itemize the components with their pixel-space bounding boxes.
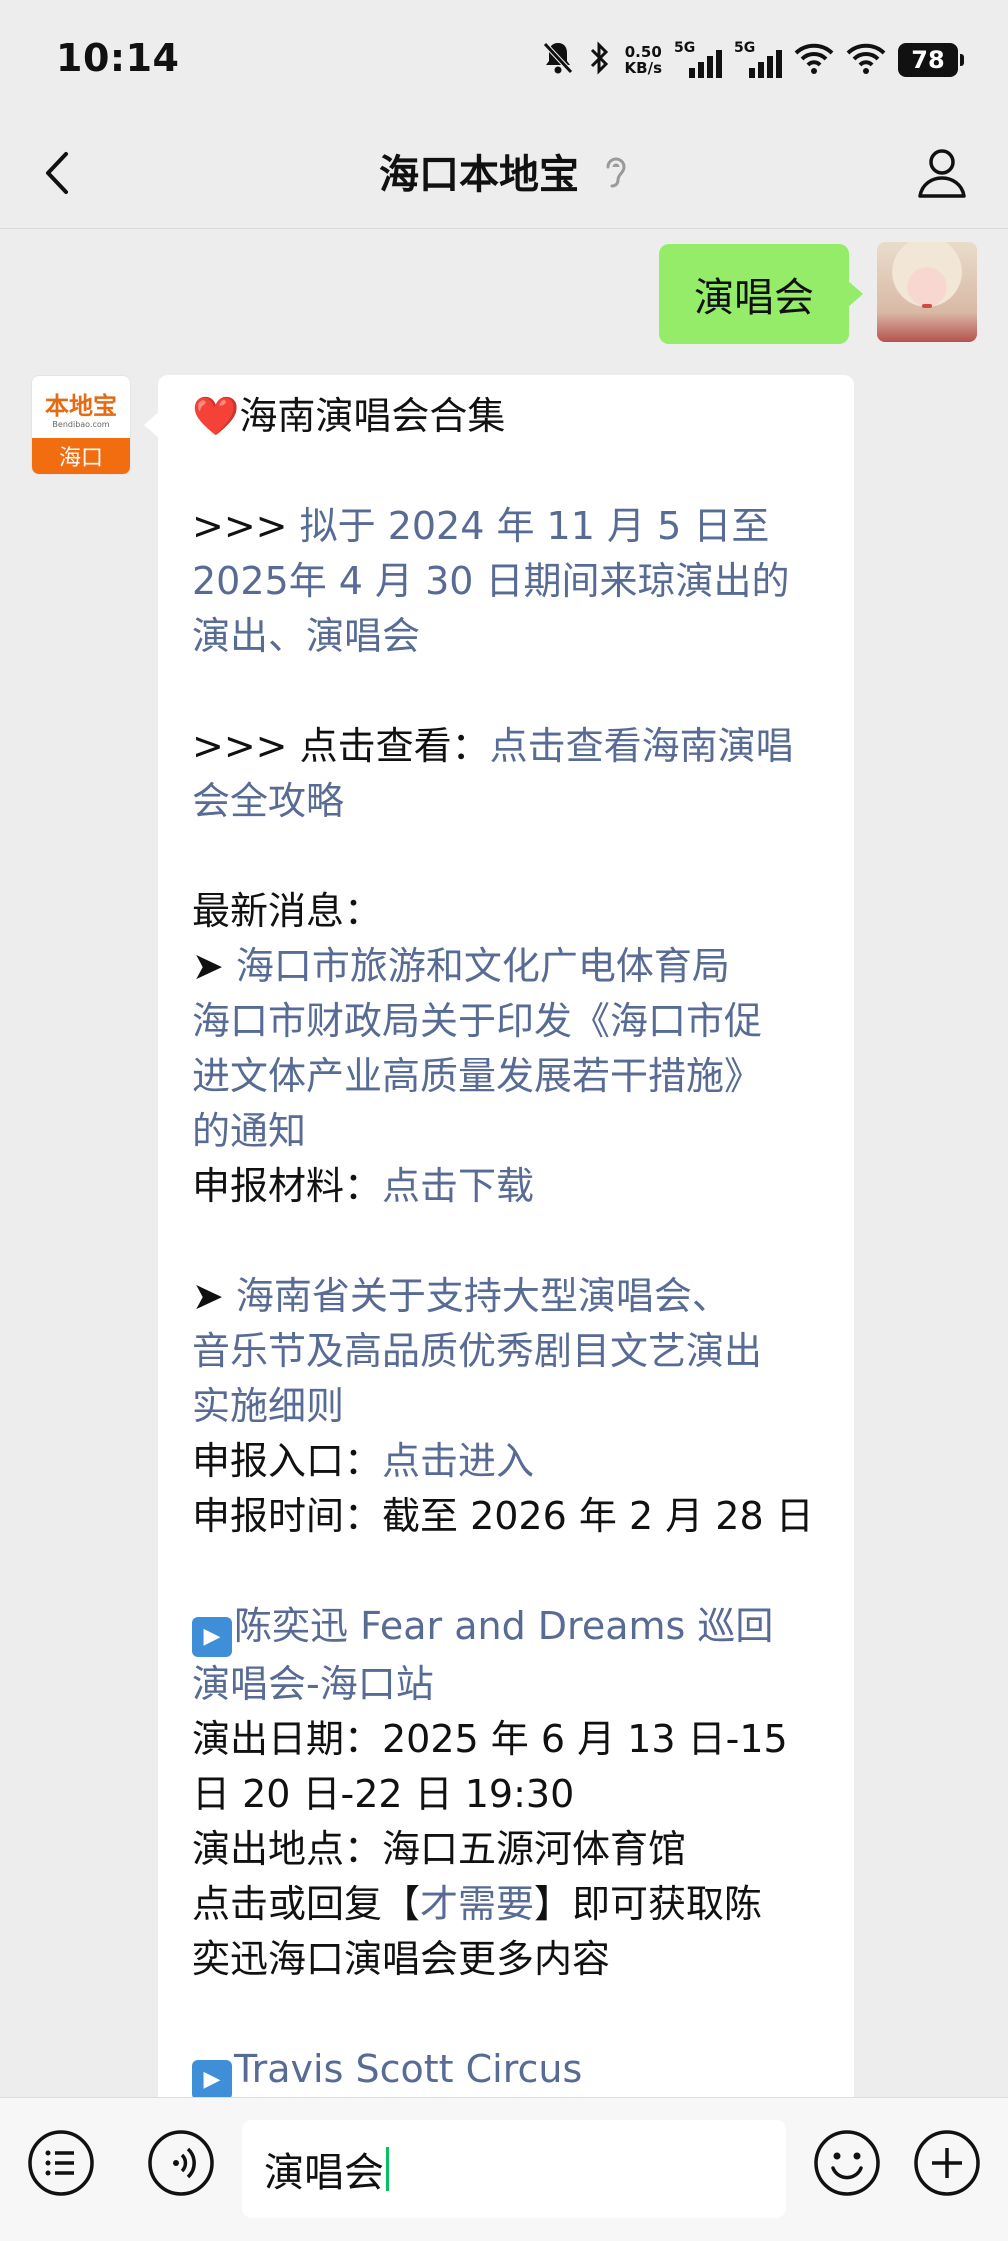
signal-5g-icon-2: 5G (734, 40, 782, 80)
deadline-text: 申报时间：截至 2026 年 2 月 28 日 (192, 1494, 814, 1538)
avatar-sub-text: Bendibao.com (52, 420, 110, 429)
news1-link-4[interactable]: 的通知 (192, 1109, 306, 1153)
avatar-city-text: 海口 (32, 438, 130, 474)
user-avatar[interactable] (877, 242, 977, 342)
page-title: 海口本地宝 (379, 152, 579, 198)
text-cursor (386, 2147, 389, 2191)
concert1-more: 奕迅海口演唱会更多内容 (192, 1937, 611, 1981)
menu-list-button[interactable] (26, 2128, 96, 2198)
status-bar: 10:14 0.50 KB/s 5G 5G 78 (0, 0, 1008, 118)
wifi-icon (846, 41, 886, 79)
play-icon: ▶ (192, 1617, 232, 1657)
line-guide: >>> 点击查看：点击查看海南演唱 (192, 724, 794, 768)
bot-message-bubble[interactable]: ❤️海南演唱会合集 >>> 拟于 2024 年 11 月 5 日至 2025年 … (144, 375, 854, 2097)
more-plus-button[interactable] (912, 2128, 982, 2198)
chat-title-area: 海口本地宝 (0, 142, 1008, 201)
concert1-link[interactable]: 陈奕迅 Fear and Dreams 巡回 (234, 1604, 773, 1648)
heart-icon: ❤️ (192, 394, 240, 438)
news1-link-2[interactable]: 海口市财政局关于印发《海口市促 (192, 999, 762, 1043)
wifi-plus-icon (794, 41, 834, 79)
plus-icon (914, 2130, 980, 2196)
tour-period-link-2[interactable]: 2025年 4 月 30 日期间来琼演出的 (192, 559, 790, 603)
news2-link-2[interactable]: 音乐节及高品质优秀剧目文艺演出 (192, 1329, 762, 1373)
signal-5g-icon: 5G (674, 40, 722, 80)
chat-header: 海口本地宝 (0, 118, 1008, 229)
voice-icon (148, 2130, 214, 2196)
arrow-icon-2: ➤ (192, 1274, 236, 1318)
arrow-icon: ➤ (192, 944, 236, 988)
concert2-link[interactable]: Travis Scott Circus (234, 2047, 582, 2091)
line-tour-period: >>> 拟于 2024 年 11 月 5 日至 (192, 504, 770, 548)
tour-period-link[interactable]: 拟于 2024 年 11 月 5 日至 (300, 504, 770, 548)
news1-link-3[interactable]: 进文体产业高质量发展若干措施》 (192, 1054, 762, 1098)
concert1-date: 演出日期：2025 年 6 月 13 日-15 (192, 1717, 788, 1761)
my-message-bubble[interactable]: 演唱会 (659, 244, 863, 344)
network-speed: 0.50 KB/s (624, 43, 662, 77)
tour-period-link-3[interactable]: 演出、演唱会 (192, 614, 420, 658)
voice-button[interactable] (146, 2128, 216, 2198)
news2-link[interactable]: 海南省关于支持大型演唱会、 (236, 1274, 730, 1318)
download-link[interactable]: 点击下载 (382, 1164, 534, 1208)
chat-area[interactable]: 演唱会 本地宝 Bendibao.com 海口 ❤️海南演唱会合集 >>> 拟于… (0, 229, 1008, 2097)
ear-icon (603, 153, 629, 201)
person-icon (918, 149, 966, 198)
guide-link[interactable]: 点击查看海南演唱 (490, 724, 794, 768)
avatar-logo-text: 本地宝 (45, 392, 117, 420)
reply-keyword-link[interactable]: 才需要 (420, 1882, 534, 1926)
message-heading: ❤️海南演唱会合集 (192, 394, 506, 438)
concert1-date-2: 日 20 日-22 日 19:30 (192, 1772, 575, 1816)
emoji-button[interactable] (812, 2128, 882, 2198)
mute-bell-icon (541, 40, 575, 80)
list-menu-icon (28, 2130, 94, 2196)
news-label: 最新消息： (192, 889, 383, 933)
bot-avatar[interactable]: 本地宝 Bendibao.com 海口 (31, 375, 131, 475)
play-icon-2: ▶ (192, 2060, 232, 2097)
bluetooth-icon (587, 40, 613, 80)
news1-link[interactable]: 海口市旅游和文化广电体育局 (236, 944, 730, 988)
smiley-icon (814, 2130, 880, 2196)
concert1-venue: 演出地点：海口五源河体育馆 (192, 1827, 687, 1871)
status-icons: 0.50 KB/s 5G 5G 78 (541, 38, 964, 82)
battery-icon: 78 (898, 43, 964, 77)
entry-link[interactable]: 点击进入 (382, 1439, 534, 1483)
clock: 10:14 (56, 36, 180, 80)
input-bar: 演唱会 (0, 2097, 1008, 2241)
message-input[interactable]: 演唱会 (242, 2120, 786, 2218)
profile-button[interactable] (912, 142, 972, 202)
my-message-text: 演唱会 (694, 275, 814, 321)
news2-link-3[interactable]: 实施细则 (192, 1384, 344, 1428)
concert1-link-2[interactable]: 演唱会-海口站 (192, 1662, 434, 1706)
guide-link-2[interactable]: 会全攻略 (192, 779, 344, 823)
